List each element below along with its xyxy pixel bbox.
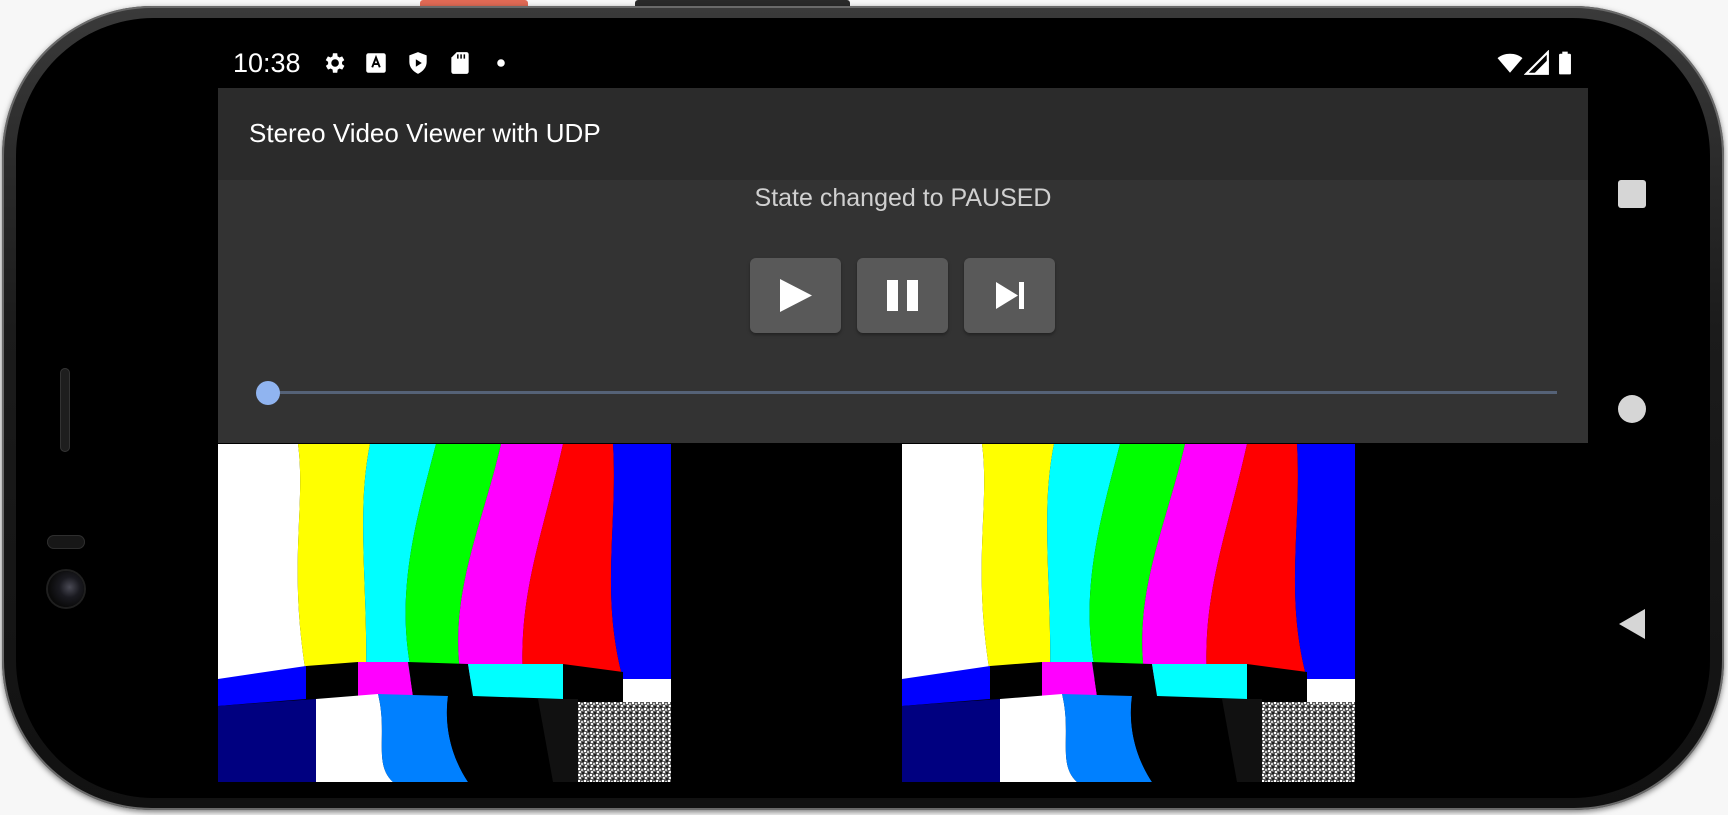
shield-play-icon [405, 50, 431, 76]
video-right-view [902, 444, 1355, 782]
skip-next-icon [996, 282, 1024, 309]
seek-bar-track[interactable] [268, 391, 1557, 394]
proximity-sensor [47, 535, 85, 549]
front-camera [48, 571, 84, 607]
recents-button[interactable] [1617, 179, 1647, 214]
video-left-view [218, 444, 671, 782]
home-button[interactable] [1617, 394, 1647, 429]
sd-card-icon [447, 50, 473, 76]
play-button[interactable] [750, 258, 841, 333]
app-title: Stereo Video Viewer with UDP [249, 118, 601, 148]
recents-icon [1618, 180, 1646, 208]
home-icon [1618, 395, 1646, 423]
play-icon [780, 279, 812, 312]
battery-icon [1552, 50, 1578, 76]
earpiece-speaker [60, 368, 70, 452]
back-button[interactable] [1617, 608, 1647, 645]
pause-button[interactable] [857, 258, 948, 333]
dot-icon [488, 50, 514, 76]
state-message: State changed to PAUSED [754, 184, 1052, 212]
pause-icon [887, 280, 918, 311]
app-content: Stereo Video Viewer with UDP State chang… [218, 88, 1588, 443]
seek-bar-thumb[interactable] [256, 381, 280, 405]
status-time: 10:38 [233, 48, 301, 78]
skip-button[interactable] [964, 258, 1055, 333]
back-icon [1619, 609, 1645, 639]
cellular-icon [1523, 49, 1550, 76]
status-bar: 10:38 [218, 40, 1588, 84]
device-screenshot: 10:38 Stereo Video Viewer with UDP State… [0, 0, 1728, 815]
wifi-icon [1496, 50, 1523, 76]
settings-icon [321, 50, 347, 76]
text-a-icon [363, 50, 389, 76]
app-toolbar: Stereo Video Viewer with UDP [218, 88, 1588, 180]
